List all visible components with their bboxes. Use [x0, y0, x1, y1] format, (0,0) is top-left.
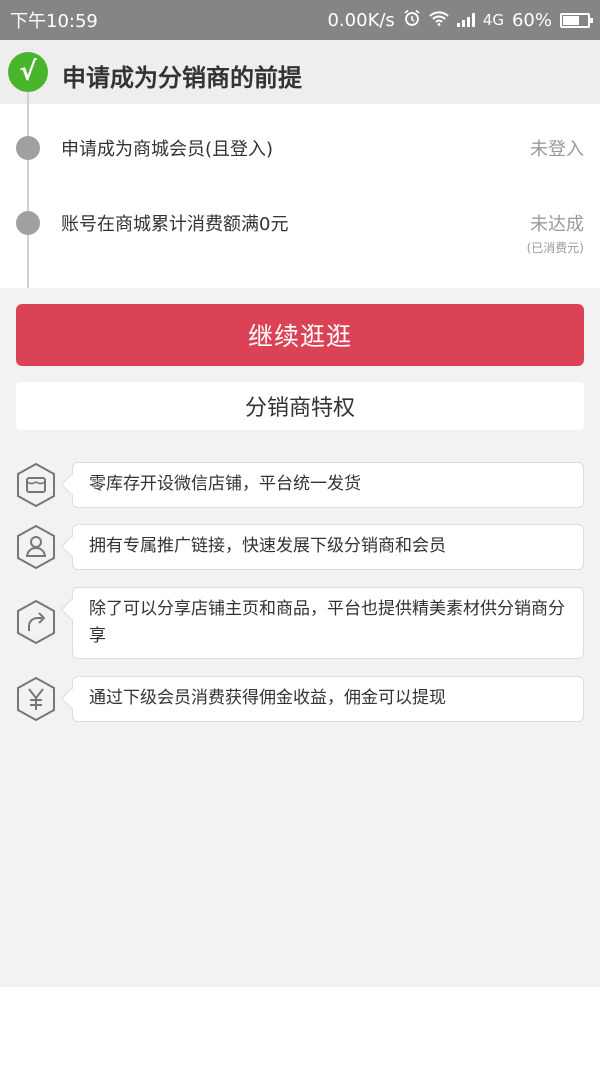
privilege-text: 零库存开设微信店铺，平台统一发货 [72, 462, 584, 508]
share-icon [17, 599, 55, 645]
requirement-item: 账号在商城累计消费额满0元 未达成 (已消费元) [0, 190, 600, 288]
check-icon: √ [8, 52, 48, 92]
battery-icon [560, 12, 593, 28]
requirement-text: 申请成为商城会员(且登入) [61, 139, 274, 160]
privilege-text: 通过下级会员消费获得佣金收益，佣金可以提现 [72, 676, 584, 722]
privileges-title: 分销商特权 [16, 382, 584, 430]
timeline-dot [16, 136, 40, 160]
wifi-icon [429, 10, 449, 31]
requirement-status: 未登入 [530, 139, 584, 160]
network-type: 4G [482, 11, 504, 29]
alarm-icon [403, 9, 421, 32]
continue-browsing-button[interactable]: 继续逛逛 [16, 304, 584, 366]
store-icon [17, 462, 55, 508]
status-time: 下午10:59 [10, 11, 98, 32]
consumed-amount: (已消费元) [526, 241, 584, 255]
privilege-text: 拥有专属推广链接，快速发展下级分销商和会员 [72, 524, 584, 570]
yen-icon [17, 676, 55, 722]
requirements-header: √ 申请成为分销商的前提 [0, 40, 600, 104]
signal-icon [456, 13, 475, 27]
battery-percent: 60% [511, 9, 552, 31]
requirement-text: 账号在商城累计消费额满0元 [61, 214, 289, 235]
status-bar: 下午10:59 0.00K/s 4G 60% [0, 0, 600, 40]
net-speed: 0.00K/s [327, 9, 395, 31]
requirement-item: 申请成为商城会员(且登入) 未登入 [0, 104, 600, 190]
timeline-dot [16, 211, 40, 235]
requirement-status: 未达成 [530, 214, 584, 235]
page-title: 申请成为分销商的前提 [62, 64, 302, 92]
privilege-text: 除了可以分享店铺主页和商品，平台也提供精美素材供分销商分享 [72, 587, 584, 659]
user-icon [17, 524, 55, 570]
